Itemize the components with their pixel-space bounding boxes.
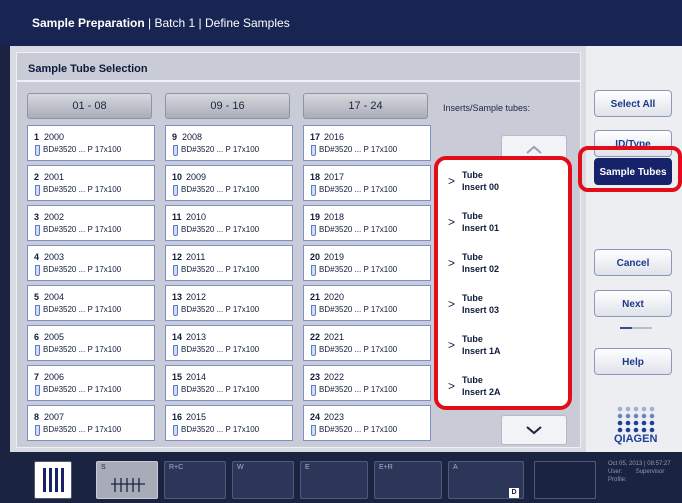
- tube-slot[interactable]: 5 2004 BD#3520 ... P 17x100: [27, 285, 155, 321]
- tube-icon: [35, 345, 40, 356]
- tube-slot[interactable]: 4 2003 BD#3520 ... P 17x100: [27, 245, 155, 281]
- rack-icon: [43, 468, 64, 492]
- tube-slot[interactable]: 18 2017 BD#3520 ... P 17x100: [303, 165, 431, 201]
- insert-item-2a[interactable]: > Tube Insert 2A: [438, 365, 568, 406]
- column-tab-09-16[interactable]: 09 - 16: [165, 93, 290, 119]
- tube-slot[interactable]: 20 2019 BD#3520 ... P 17x100: [303, 245, 431, 281]
- help-button[interactable]: Help: [594, 348, 672, 375]
- tube-slot[interactable]: 2 2001 BD#3520 ... P 17x100: [27, 165, 155, 201]
- tube-slot[interactable]: 21 2020 BD#3520 ... P 17x100: [303, 285, 431, 321]
- tube-slot[interactable]: 11 2010 BD#3520 ... P 17x100: [165, 205, 293, 241]
- tube-icon: [311, 385, 316, 396]
- tube-slot[interactable]: 7 2006 BD#3520 ... P 17x100: [27, 365, 155, 401]
- tube-icon: [311, 265, 316, 276]
- tube-slot[interactable]: 22 2021 BD#3520 ... P 17x100: [303, 325, 431, 361]
- tube-icon: [311, 305, 316, 316]
- page-indicator: [620, 327, 652, 329]
- chevron-right-icon: >: [448, 256, 456, 270]
- tube-slot[interactable]: 19 2018 BD#3520 ... P 17x100: [303, 205, 431, 241]
- divider: [17, 80, 580, 82]
- chevron-right-icon: >: [448, 174, 456, 188]
- tube-icon: [35, 265, 40, 276]
- tube-slot[interactable]: 8 2007 BD#3520 ... P 17x100: [27, 405, 155, 441]
- sample-tubes-highlight: [578, 146, 682, 192]
- insert-item-03[interactable]: > Tube Insert 03: [438, 283, 568, 325]
- tube-slot[interactable]: 12 2011 BD#3520 ... P 17x100: [165, 245, 293, 281]
- tube-icon: [35, 425, 40, 436]
- tube-slot[interactable]: 13 2012 BD#3520 ... P 17x100: [165, 285, 293, 321]
- tube-slot[interactable]: 17 2016 BD#3520 ... P 17x100: [303, 125, 431, 161]
- tube-slot[interactable]: 23 2022 BD#3520 ... P 17x100: [303, 365, 431, 401]
- tube-icon: [35, 305, 40, 316]
- next-button[interactable]: Next: [594, 290, 672, 317]
- tube-icon: [173, 425, 178, 436]
- logo-text: QIAGEN: [614, 433, 658, 445]
- cancel-button[interactable]: Cancel: [594, 249, 672, 276]
- chevron-right-icon: >: [448, 379, 456, 393]
- chevron-right-icon: >: [448, 338, 456, 352]
- tube-icon: [311, 145, 316, 156]
- insert-item-02[interactable]: > Tube Insert 02: [438, 242, 568, 284]
- inserts-label: Inserts/Sample tubes:: [443, 103, 531, 113]
- tube-icon: [173, 265, 178, 276]
- tube-icon: [311, 345, 316, 356]
- tube-icon: [35, 385, 40, 396]
- column-tab-01-08[interactable]: 01 - 08: [27, 93, 152, 119]
- tube-slot[interactable]: 6 2005 BD#3520 ... P 17x100: [27, 325, 155, 361]
- tube-slot[interactable]: 14 2013 BD#3520 ... P 17x100: [165, 325, 293, 361]
- tube-icon: [173, 385, 178, 396]
- slot-e-r[interactable]: E+R: [374, 461, 442, 499]
- tube-rack-icon: [111, 478, 145, 492]
- tube-icon: [173, 305, 178, 316]
- tube-slot[interactable]: 16 2015 BD#3520 ... P 17x100: [165, 405, 293, 441]
- right-button-panel: Select All ID/Type Sample Tubes Cancel N…: [586, 46, 682, 452]
- tube-slot[interactable]: 3 2002 BD#3520 ... P 17x100: [27, 205, 155, 241]
- select-all-button[interactable]: Select All: [594, 90, 672, 117]
- qiagen-logo: QIAGEN: [612, 404, 662, 446]
- tube-icon: [35, 145, 40, 156]
- qiagen-dots-icon: [617, 406, 655, 433]
- slot-blank[interactable]: [534, 461, 596, 499]
- scroll-down-button[interactable]: [501, 415, 567, 445]
- tube-icon: [35, 185, 40, 196]
- tube-icon: [311, 225, 316, 236]
- slot-d-badge: D: [509, 488, 519, 498]
- title-bar: Sample Preparation | Batch 1 | Define Sa…: [0, 0, 682, 46]
- status-info: Oct 05, 2013 | 08:57:27 User: Supervisor…: [608, 461, 671, 483]
- tube-slot[interactable]: 10 2009 BD#3520 ... P 17x100: [165, 165, 293, 201]
- slot-s[interactable]: S: [96, 461, 158, 499]
- tube-icon: [173, 185, 178, 196]
- slot-r-c[interactable]: R+C: [164, 461, 226, 499]
- chevron-right-icon: >: [448, 297, 456, 311]
- chevron-up-icon: [526, 145, 542, 154]
- tube-slot[interactable]: 15 2014 BD#3520 ... P 17x100: [165, 365, 293, 401]
- tube-icon: [311, 425, 316, 436]
- tube-slot[interactable]: 1 2000 BD#3520 ... P 17x100: [27, 125, 155, 161]
- slot-e[interactable]: E: [300, 461, 368, 499]
- slot-a[interactable]: A D: [448, 461, 524, 499]
- tube-icon: [173, 225, 178, 236]
- column-tab-17-24[interactable]: 17 - 24: [303, 93, 428, 119]
- tube-icon: [173, 145, 178, 156]
- page-title: Sample Preparation | Batch 1 | Define Sa…: [32, 16, 290, 30]
- tube-slot[interactable]: 24 2023 BD#3520 ... P 17x100: [303, 405, 431, 441]
- status-bar: S R+C W E E+R A D Oct 05, 2013 | 08:57:2…: [0, 452, 682, 503]
- tube-icon: [35, 225, 40, 236]
- chevron-right-icon: >: [448, 215, 456, 229]
- insert-item-1a[interactable]: > Tube Insert 1A: [438, 324, 568, 366]
- insert-list: > Tube Insert 00 > Tube Insert 01 > Tube Inser…: [434, 156, 572, 410]
- insert-item-00[interactable]: > Tube Insert 00: [438, 160, 568, 202]
- rack-slot[interactable]: [34, 461, 72, 499]
- tube-slot[interactable]: 9 2008 BD#3520 ... P 17x100: [165, 125, 293, 161]
- insert-item-01[interactable]: > Tube Insert 01: [438, 201, 568, 243]
- slot-w[interactable]: W: [232, 461, 294, 499]
- tube-icon: [173, 345, 178, 356]
- chevron-down-icon: [526, 426, 542, 435]
- panel-title: Sample Tube Selection: [28, 63, 148, 75]
- tube-icon: [311, 185, 316, 196]
